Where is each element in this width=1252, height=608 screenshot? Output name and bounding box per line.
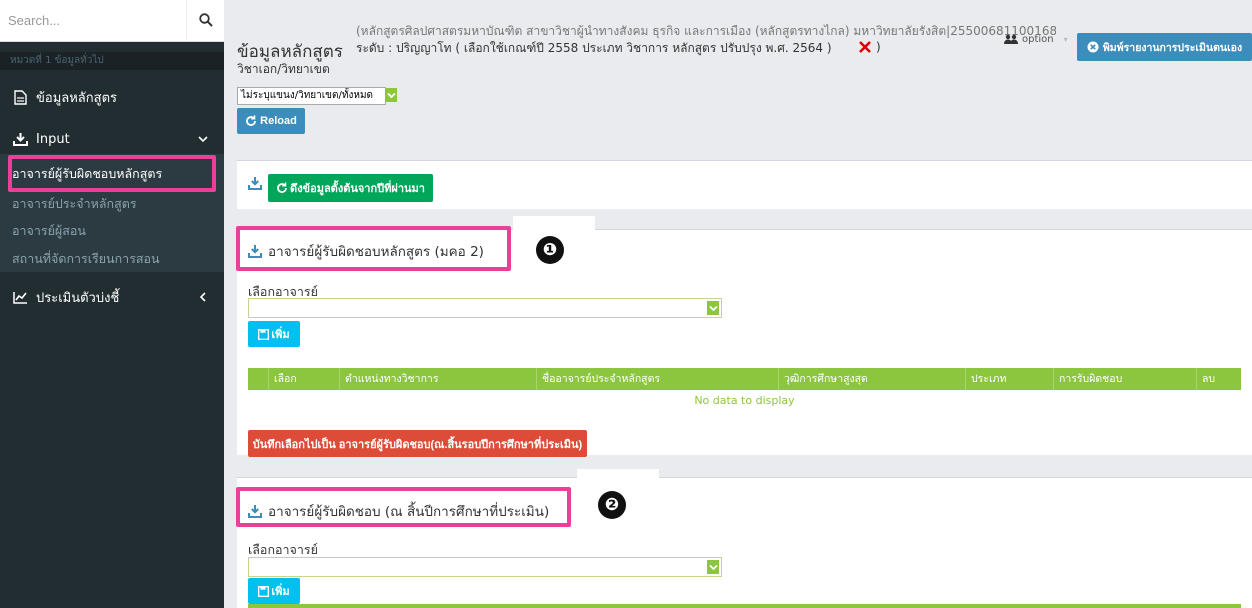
chevron-left-icon: [196, 290, 210, 304]
search-bar: [0, 0, 224, 42]
table-header-cell: เลือก: [269, 368, 340, 390]
sidebar-item-label: Input: [36, 131, 70, 147]
course-info-line1: (หลักสูตรศิลปศาสตรมหาบัณฑิต สาขาวิชาผู้น…: [356, 24, 1056, 38]
sidebar-item-label: ประเมินตัวบ่งชี้: [36, 290, 120, 306]
sidebar-subitem-course-lecturers[interactable]: อาจารย์ประจำหลักสูตร: [0, 193, 224, 215]
caret-icon: ▾: [1063, 35, 1068, 44]
line-chart-icon: [12, 289, 28, 305]
sidebar-subitem-teaching-lecturers[interactable]: อาจารย์ผู้สอน: [0, 220, 224, 242]
section2-title-text: อาจารย์ผู้รับผิดชอบ (ณ สิ้นปีการศึกษาที่…: [268, 504, 550, 520]
table-header-cell: ประเภท: [966, 368, 1054, 390]
sidebar-item-input[interactable]: Input: [0, 122, 224, 156]
download-icon: [248, 245, 262, 258]
refresh-icon: [246, 115, 257, 126]
chevron-down-icon: [196, 132, 210, 146]
department-select-value: ไม่ระบุแขนง/วิทยาเขต/ทั้งหมด: [241, 90, 374, 101]
course-info: (หลักสูตรศิลปศาสตรมหาบัณฑิต สาขาวิชาผู้น…: [356, 23, 1056, 59]
times-circle-icon: [1087, 41, 1099, 53]
table-header-cell: ชื่ออาจารย์ประจำหลักสูตร: [537, 368, 779, 390]
option-link[interactable]: option ▾: [1004, 34, 1068, 45]
lecturer-select[interactable]: [248, 557, 722, 577]
table-header: [248, 604, 1241, 608]
print-report-button[interactable]: พิมพ์รายงานการประเมินตนเอง: [1077, 33, 1252, 61]
table-header-cell: วุฒิการศึกษาสูงสุด: [779, 368, 966, 390]
sidebar-item-evaluate-indicators[interactable]: ประเมินตัวบ่งชี้: [0, 280, 224, 314]
section1-title: อาจารย์ผู้รับผิดชอบหลักสูตร (มคอ 2): [248, 240, 484, 262]
refresh-icon: [277, 182, 287, 193]
fetch-previous-year-button[interactable]: ดึงข้อมูลตั้งต้นจากปีที่ผ่านมา: [268, 174, 433, 202]
download-icon: [248, 176, 262, 190]
sidebar-item-label: ข้อมูลหลักสูตร: [36, 90, 117, 106]
users-icon: [1004, 34, 1018, 44]
course-info-line2: ระดับ : ปริญญาโท ( เลือกใช้เกณฑ์ปี 2558 …: [356, 41, 832, 55]
save-selected-button[interactable]: บันทึกเลือกไปเป็น อาจารย์ผู้รับผิดชอบ(ณ.…: [248, 430, 587, 457]
section1-title-text: อาจารย์ผู้รับผิดชอบหลักสูตร (มคอ 2): [268, 244, 484, 260]
option-label: option: [1022, 34, 1054, 45]
section1-panel: [237, 229, 1252, 455]
close-paren: ): [876, 40, 881, 54]
page-subtitle: วิชาเอก/วิทยาเขต: [237, 62, 330, 76]
chevron-down-icon[interactable]: [385, 88, 397, 102]
add-lecturer-button[interactable]: เพิ่ม: [248, 321, 300, 347]
search-button[interactable]: [186, 0, 224, 40]
sidebar-item-course-info[interactable]: ข้อมูลหลักสูตร: [0, 80, 224, 114]
chevron-down-icon[interactable]: [707, 301, 719, 315]
reload-button[interactable]: Reload: [237, 108, 305, 134]
section2-panel: [237, 477, 1252, 608]
no-data-message: No data to display: [694, 394, 795, 407]
section2-title: อาจารย์ผู้รับผิดชอบ (ณ สิ้นปีการศึกษาที่…: [248, 500, 549, 522]
search-icon: [198, 13, 213, 27]
step-badge-2: ❷: [598, 491, 626, 519]
add-lecturer-button[interactable]: เพิ่ม: [248, 578, 300, 604]
divider: [513, 216, 595, 230]
save-label: บันทึกเลือกไปเป็น อาจารย์ผู้รับผิดชอบ(ณ.…: [252, 438, 583, 451]
reload-label: Reload: [260, 115, 297, 127]
close-icon[interactable]: [857, 39, 873, 55]
table-header-cell: ตำแหน่งทางวิชาการ: [340, 368, 537, 390]
lecturer-select[interactable]: [248, 298, 722, 318]
add-label: เพิ่ม: [271, 586, 290, 598]
sidebar-subitem-teaching-location[interactable]: สถานที่จัดการเรียนการสอน: [0, 248, 224, 270]
chevron-down-icon[interactable]: [707, 560, 719, 574]
table-header-cell: ลบ: [1202, 373, 1216, 385]
department-select[interactable]: ไม่ระบุแขนง/วิทยาเขต/ทั้งหมด: [237, 87, 386, 105]
main-content: (หลักสูตรศิลปศาสตรมหาบัณฑิต สาขาวิชาผู้น…: [224, 0, 1252, 608]
sidebar-subitem-responsible-lecturers[interactable]: อาจารย์ผู้รับผิดชอบหลักสูตร: [0, 163, 224, 185]
divider: [577, 469, 659, 479]
fetch-label: ดึงข้อมูลตั้งต้นจากปีที่ผ่านมา: [290, 183, 425, 195]
sidebar-section-header: หมวดที่ 1 ข้อมูลทั่วไป: [0, 52, 224, 70]
print-label: พิมพ์รายงานการประเมินตนเอง: [1102, 41, 1243, 54]
sidebar: หมวดที่ 1 ข้อมูลทั่วไป ข้อมูลหลักสูตร In…: [0, 0, 224, 608]
table-header-cell: การรับผิดชอบ: [1054, 368, 1197, 390]
add-label: เพิ่ม: [271, 329, 290, 341]
step-badge-1: ❶: [536, 236, 564, 264]
save-icon: [258, 585, 270, 597]
table-header: เลือก ตำแหน่งทางวิชาการ ชื่ออาจารย์ประจำ…: [248, 368, 1241, 390]
table-header-cell: [248, 368, 269, 390]
search-input[interactable]: [0, 0, 186, 40]
download-icon: [248, 505, 262, 518]
download-icon: [12, 131, 28, 147]
file-icon: [12, 89, 28, 105]
save-icon: [258, 328, 270, 340]
